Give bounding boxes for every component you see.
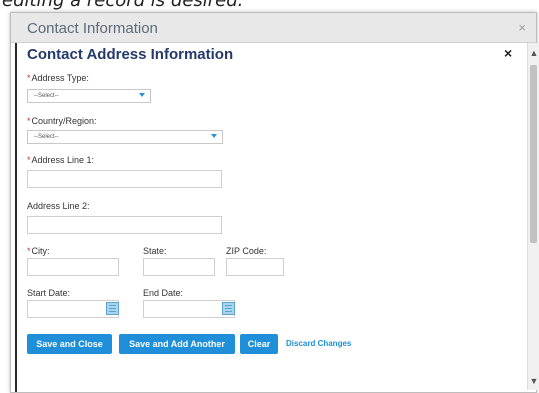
country-region-value: --Select-- <box>34 134 59 140</box>
end-date-label: End Date: <box>143 288 184 298</box>
country-region-select[interactable]: --Select-- <box>27 130 223 144</box>
address-line-1-input[interactable] <box>27 170 222 188</box>
city-label-text: City: <box>31 246 50 256</box>
outer-close-icon[interactable]: × <box>518 20 526 35</box>
address-line-1-label-text: Address Line 1: <box>31 155 95 165</box>
required-marker: * <box>27 246 31 256</box>
scroll-up-icon[interactable]: ▲ <box>529 47 539 59</box>
scroll-down-icon[interactable]: ▼ <box>529 375 539 387</box>
save-and-close-button[interactable]: Save and Close <box>27 334 112 354</box>
city-label: *City: <box>27 246 50 256</box>
dialog-title: Contact Address Information <box>27 46 234 63</box>
country-region-label-text: Country/Region: <box>31 116 97 126</box>
zip-code-label: ZIP Code: <box>226 246 267 256</box>
address-line-2-label: Address Line 2: <box>27 201 90 211</box>
state-input[interactable] <box>143 258 215 276</box>
zip-code-input[interactable] <box>226 258 284 276</box>
discard-changes-link[interactable]: Discard Changes <box>286 339 351 348</box>
contact-information-dialog: Contact Information × Contact Address In… <box>10 12 539 393</box>
scrollbar-thumb[interactable] <box>530 65 537 243</box>
country-region-label: *Country/Region: <box>27 116 97 126</box>
address-type-label: *Address Type: <box>27 73 89 83</box>
calendar-icon[interactable] <box>106 302 119 315</box>
address-type-select[interactable]: --Select-- <box>27 89 151 103</box>
city-input[interactable] <box>27 258 119 276</box>
close-icon[interactable]: × <box>504 45 512 61</box>
address-line-1-label: *Address Line 1: <box>27 155 94 165</box>
calendar-icon[interactable] <box>222 302 235 315</box>
address-line-2-input[interactable] <box>27 216 222 234</box>
required-marker: * <box>27 116 31 126</box>
state-label: State: <box>143 246 167 256</box>
contact-address-frame: Contact Address Information × *Address T… <box>15 43 539 392</box>
address-type-label-text: Address Type: <box>31 73 89 83</box>
start-date-label: Start Date: <box>27 288 71 298</box>
required-marker: * <box>27 155 31 165</box>
required-marker: * <box>27 73 31 83</box>
chevron-down-icon <box>139 93 145 97</box>
vertical-scrollbar[interactable]: ▲ ▼ <box>527 43 539 390</box>
background-caption: editing a record is desired. <box>2 0 244 11</box>
outer-dialog-header: Contact Information × <box>11 13 536 43</box>
outer-dialog-title: Contact Information <box>27 20 158 37</box>
chevron-down-icon <box>211 134 217 138</box>
clear-button[interactable]: Clear <box>240 334 278 354</box>
save-and-add-another-button[interactable]: Save and Add Another <box>119 334 235 354</box>
address-type-value: --Select-- <box>34 93 59 99</box>
